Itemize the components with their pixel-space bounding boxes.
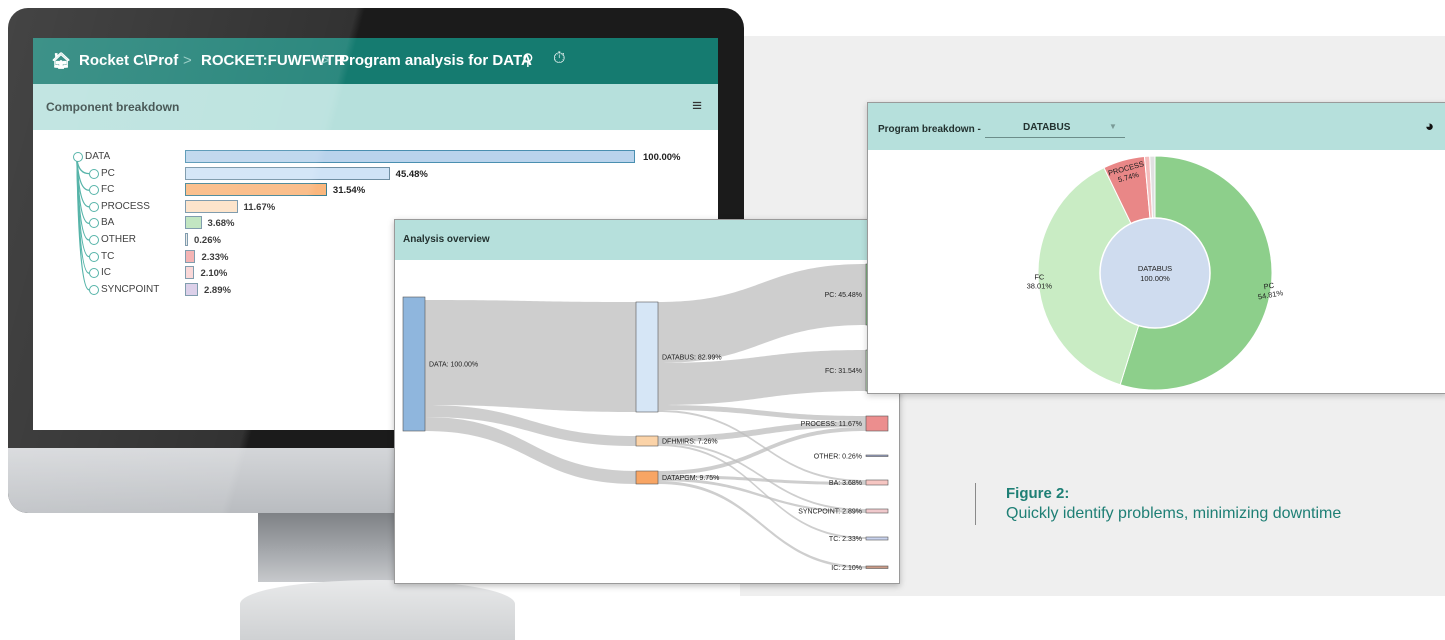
bar-other[interactable] (185, 233, 188, 246)
pie-center (1099, 217, 1211, 329)
bar-pc[interactable] (185, 166, 390, 180)
caption-divider (975, 483, 976, 525)
bar-value-label: 0.26% (194, 235, 221, 246)
tree-label: DATA (85, 151, 111, 162)
sankey-label-ba: BA: 3.68% (829, 480, 862, 487)
program-select[interactable]: DATABUS ▼ (985, 117, 1125, 138)
search-icon[interactable]: ⚲ (522, 50, 534, 70)
tree-label: SYNCPOINT (101, 283, 160, 295)
bar-process[interactable] (185, 199, 238, 213)
program-breakdown-title: Program breakdown - (878, 124, 981, 135)
list-icon[interactable]: ≡ (692, 96, 702, 116)
bar-value-label: 45.48% (395, 168, 428, 180)
sankey-label-tc: TC: 2.33% (829, 536, 862, 543)
bar-ic[interactable] (185, 266, 195, 280)
bar-value-label: 3.68% (207, 218, 235, 230)
analysis-overview-header: Analysis overview ☰ (395, 220, 899, 260)
sankey-label-datapgm: DATAPGM: 9.75% (662, 475, 719, 482)
bar-value-label: 2.10% (200, 268, 228, 280)
sankey-label-process: PROCESS: 11.67% (801, 421, 862, 428)
sankey-label-databus: DATABUS: 82.99% (662, 355, 722, 362)
program-pie-chart: PC54.81%FC38.01%PROCESS5.74%DATABUS100.0… (1027, 155, 1284, 391)
top-bar: 🏠︎ Rocket C\Prof > ROCKET:FUWFWTR > Prog… (33, 38, 718, 84)
analysis-overview-window: Analysis overview ☰ DATA: 100.00% DATABUS… (394, 219, 900, 584)
sankey-node-ba[interactable] (865, 479, 889, 486)
bar-value-label: 11.67% (243, 201, 276, 213)
sankey-label-dfhmirs: DFHMIRS: 7.26% (662, 439, 718, 446)
sankey-label-syncpoint: SYNCPOINT: 2.89% (798, 509, 862, 516)
tree-label: BA (101, 217, 115, 229)
tree-node-icon[interactable] (89, 201, 99, 212)
sankey-node-databus[interactable] (635, 301, 659, 413)
sankey-link-data-databus[interactable] (425, 300, 636, 412)
tree-label: TC (101, 250, 115, 262)
tree-node-icon[interactable] (89, 168, 99, 179)
bar-tc[interactable] (185, 249, 196, 263)
tree-label: PROCESS (101, 200, 150, 212)
program-select-value: DATABUS (1023, 122, 1071, 133)
breadcrumb-separator: > (183, 52, 192, 69)
bar-value-label: 2.33% (201, 251, 229, 263)
bar-value-label: 31.54% (332, 185, 366, 197)
analysis-overview-title: Analysis overview (403, 234, 490, 245)
sankey-label-fc: FC: 31.54% (825, 368, 862, 375)
home-icon[interactable]: 🏠︎ (51, 51, 71, 71)
component-breakdown-header: Component breakdown ≡ (33, 84, 718, 130)
bar-fc[interactable] (185, 183, 327, 197)
sankey-label-data: DATA: 100.00% (429, 362, 478, 369)
bar-data[interactable] (185, 150, 635, 163)
sankey-label-other: OTHER: 0.26% (814, 453, 862, 460)
pie-center-label: DATABUS (1138, 264, 1172, 273)
sankey-label-ic: IC: 2.10% (831, 565, 862, 572)
pie-label-value: 38.01% (1027, 282, 1053, 291)
sankey-link-datapgm-ic[interactable] (658, 481, 866, 569)
sankey-chart: DATA: 100.00% DATABUS: 82.99% DFHMIRS: 7.2… (402, 263, 889, 572)
page-title: Program analysis for DATA (339, 52, 532, 69)
tree-node-icon[interactable] (89, 251, 99, 262)
sankey-link-databus-pc[interactable] (658, 264, 866, 363)
tree-label: FC (101, 184, 115, 196)
sankey-node-datapgm[interactable] (635, 470, 659, 485)
sankey-node-tc[interactable] (865, 536, 889, 541)
tree-node-icon[interactable] (89, 235, 99, 245)
bar-ba[interactable] (185, 216, 202, 230)
program-breakdown-header: Program breakdown - DATABUS ▼ ◕ (868, 103, 1445, 150)
figure-caption-text: Quickly identify problems, minimizing do… (1006, 505, 1342, 522)
tree-node-icon[interactable] (89, 284, 99, 295)
sankey-label-pc: PC: 45.48% (825, 292, 862, 299)
pie-label-name: FC (1034, 273, 1045, 282)
sankey-node-data[interactable] (402, 296, 426, 432)
pie-chart-icon[interactable]: ◕ (1425, 118, 1434, 135)
breadcrumb-item[interactable]: Rocket C\Prof (79, 52, 178, 69)
program-breakdown-window: Program breakdown - DATABUS ▼ ◕ PC 54.81%… (867, 102, 1445, 394)
monitor-base (240, 580, 515, 640)
component-breakdown-title: Component breakdown (46, 100, 180, 114)
bar-syncpoint[interactable] (185, 282, 198, 296)
bar-value-label: 100.00% (643, 152, 681, 163)
sankey-node-other[interactable] (865, 454, 889, 457)
sankey-node-syncpoint[interactable] (865, 508, 889, 514)
bar-value-label: 2.89% (204, 284, 231, 296)
sankey-node-process[interactable] (865, 415, 889, 432)
pie-center-value: 100.00% (1140, 274, 1170, 283)
sankey-node-ic[interactable] (865, 565, 889, 569)
figure-caption-title: Figure 2: (1006, 485, 1070, 502)
chevron-down-icon: ▼ (1109, 122, 1117, 131)
tree-node-icon[interactable] (73, 152, 83, 162)
timer-icon[interactable]: ⏱︎ (553, 50, 565, 68)
tree-label: IC (101, 267, 111, 279)
tree-label: OTHER (101, 234, 136, 245)
tree-label: PC (101, 167, 115, 179)
sankey-node-dfhmirs[interactable] (635, 435, 659, 447)
breadcrumb-separator: > (321, 52, 330, 69)
